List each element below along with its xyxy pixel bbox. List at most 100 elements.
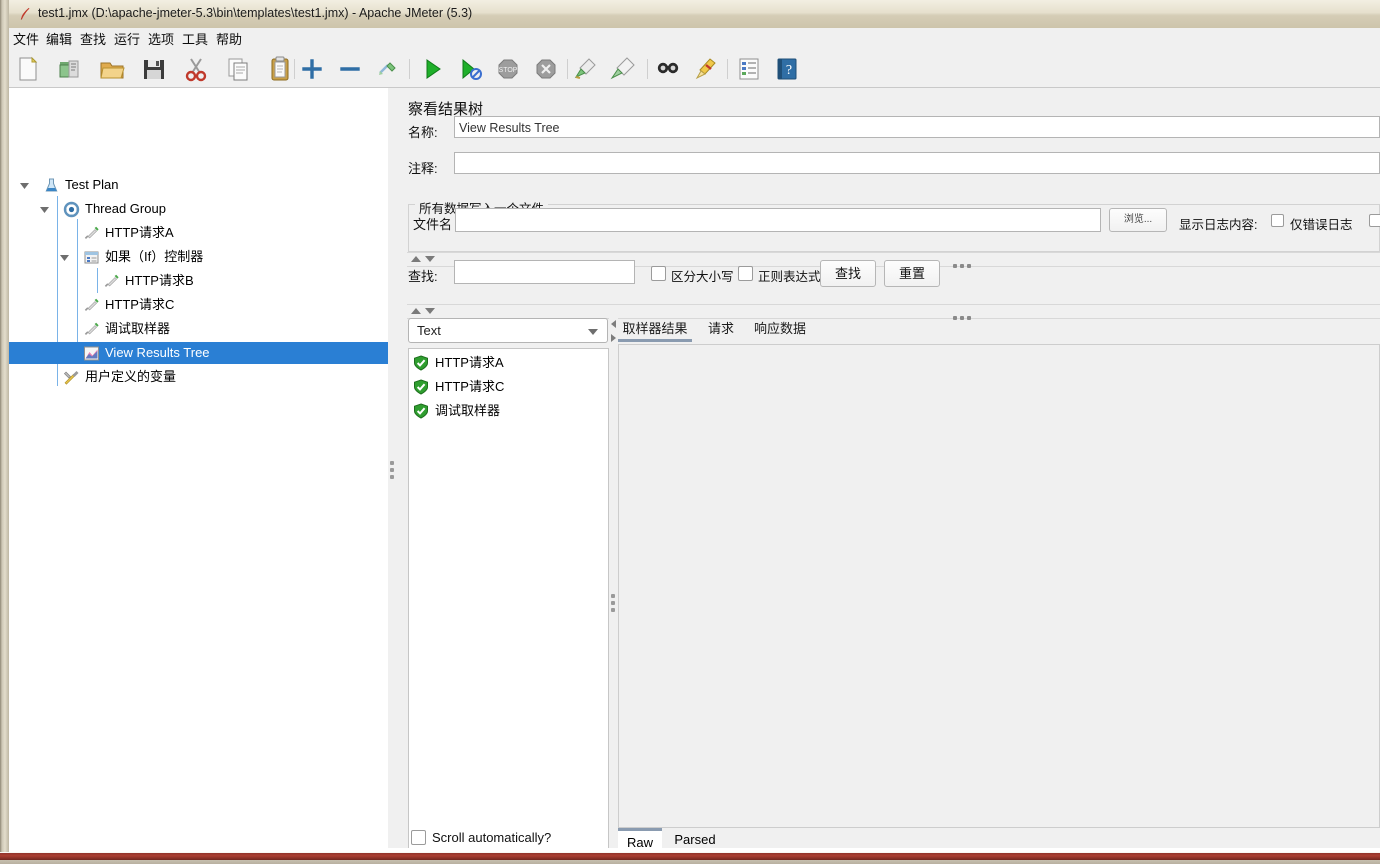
successes-only-checkbox[interactable]	[1369, 214, 1380, 227]
cut-icon[interactable]	[182, 55, 210, 83]
jmeter-window: test1.jmx (D:\apache-jmeter-5.3\bin\temp…	[0, 0, 1380, 864]
expand-all-icon[interactable]	[298, 55, 326, 83]
errors-only-checkbox[interactable]	[1271, 214, 1284, 227]
bar-dots-icon[interactable]	[953, 257, 974, 271]
regex-label: 正则表达式	[758, 270, 821, 284]
view-results-tree-icon	[84, 346, 99, 361]
find-button[interactable]: 查找	[820, 260, 876, 287]
menu-help[interactable]: 帮助	[214, 32, 244, 48]
function-helper-icon[interactable]	[735, 55, 763, 83]
reset-button[interactable]: 重置	[884, 260, 940, 287]
regex-checkbox[interactable]	[738, 266, 753, 281]
http-sampler-icon	[84, 226, 99, 239]
copy-icon[interactable]	[224, 55, 252, 83]
renderer-select[interactable]: Text	[408, 318, 608, 343]
view-results-tree-panel: 察看结果树 名称: View Results Tree 注释: 所有数据写入一个…	[397, 88, 1380, 852]
collapse-down-icon[interactable]	[425, 308, 435, 314]
menu-tools[interactable]: 工具	[180, 32, 210, 48]
case-sensitive-checkbox[interactable]	[651, 266, 666, 281]
success-shield-icon	[414, 403, 428, 419]
toolbar-separator	[647, 59, 648, 79]
comment-label: 注释:	[408, 161, 438, 176]
window-title: test1.jmx (D:\apache-jmeter-5.3\bin\temp…	[38, 6, 473, 20]
menu-edit[interactable]: 编辑	[44, 32, 74, 48]
shutdown-icon[interactable]	[532, 55, 560, 83]
open-icon[interactable]	[98, 55, 126, 83]
toggle-icon[interactable]	[374, 55, 402, 83]
user-variables-icon	[63, 371, 79, 385]
collapse-up-icon[interactable]	[411, 256, 421, 262]
tree-node-label: HTTP请求B	[125, 273, 194, 288]
save-icon[interactable]	[140, 55, 168, 83]
results-splitter[interactable]	[609, 312, 618, 852]
menu-search[interactable]: 查找	[78, 32, 108, 48]
menu-options[interactable]: 选项	[146, 32, 176, 48]
collapse-all-icon[interactable]	[336, 55, 364, 83]
browse-button[interactable]: 浏览...	[1109, 208, 1167, 232]
help-icon[interactable]: ?	[773, 55, 801, 83]
filename-input[interactable]	[455, 208, 1101, 232]
start-icon[interactable]	[418, 55, 446, 83]
log-display-label: 显示日志内容:	[1179, 218, 1258, 232]
clear-all-icon[interactable]	[610, 55, 638, 83]
scroll-automatically-label: Scroll automatically?	[432, 830, 552, 845]
result-item-label: HTTP请求A	[435, 355, 504, 370]
stop-icon[interactable]: STOP	[494, 55, 522, 83]
splitter-left-arrow-icon[interactable]	[611, 320, 616, 328]
search-icon[interactable]	[654, 55, 682, 83]
splitter-right-arrow-icon[interactable]	[611, 334, 616, 342]
tree-node-label: HTTP请求C	[105, 297, 175, 312]
toolbar-separator	[727, 59, 728, 79]
toolbar-separator	[409, 59, 410, 79]
renderer-select-value: Text	[417, 323, 441, 338]
success-shield-icon	[414, 379, 428, 395]
main-splitter[interactable]	[388, 88, 397, 852]
collapse-down-icon[interactable]	[425, 256, 435, 262]
toolbar-separator	[294, 59, 295, 79]
http-sampler-icon	[84, 322, 99, 335]
tree-node-view-results-tree[interactable]: View Results Tree	[9, 342, 388, 364]
test-plan-icon	[45, 178, 58, 192]
search-input[interactable]	[454, 260, 635, 284]
name-input[interactable]: View Results Tree	[454, 116, 1380, 138]
tree-node-label: Thread Group	[85, 201, 166, 216]
svg-text:?: ?	[786, 63, 792, 78]
tree-node-label: View Results Tree	[105, 345, 210, 360]
scroll-automatically-checkbox[interactable]	[411, 830, 426, 845]
if-controller-icon	[84, 251, 99, 264]
result-content-pane[interactable]	[618, 344, 1380, 828]
chevron-down-icon[interactable]	[59, 252, 70, 263]
tree-node-label: 用户定义的变量	[85, 369, 177, 384]
result-tabs[interactable]: 取样器结果 请求 响应数据	[618, 316, 1380, 343]
jmeter-feather-icon	[20, 7, 30, 20]
toolbar: STOP ?	[9, 51, 1380, 88]
test-plan-tree[interactable]: Test Plan Thread Group HTTP请求A 如果（If）控制器…	[9, 88, 389, 852]
filename-label: 文件名	[413, 217, 453, 232]
errors-only-label: 仅错误日志	[1290, 218, 1353, 232]
name-label: 名称:	[408, 125, 438, 140]
thread-group-icon	[63, 201, 80, 218]
chevron-down-icon[interactable]	[588, 329, 598, 335]
menu-file[interactable]: 文件	[11, 32, 41, 48]
paste-icon[interactable]	[266, 55, 294, 83]
collapse-up-icon[interactable]	[411, 308, 421, 314]
tab-sampler-result[interactable]: 取样器结果	[618, 316, 692, 342]
templates-icon[interactable]	[56, 55, 84, 83]
tab-request[interactable]: 请求	[700, 316, 742, 342]
clear-icon[interactable]	[572, 55, 600, 83]
search-label: 查找:	[408, 269, 438, 284]
chevron-down-icon[interactable]	[19, 180, 30, 191]
menu-run[interactable]: 运行	[112, 32, 142, 48]
success-shield-icon	[414, 355, 428, 371]
menu-bar: 文件 编辑 查找 运行 选项 工具 帮助	[9, 28, 1380, 52]
new-icon[interactable]	[14, 55, 42, 83]
http-sampler-icon	[84, 298, 99, 311]
comment-input[interactable]	[454, 152, 1380, 174]
search-reset-icon[interactable]	[692, 55, 720, 83]
splitter-handle[interactable]	[611, 594, 615, 615]
start-no-pause-icon[interactable]	[456, 55, 484, 83]
results-tree-list[interactable]: HTTP请求A HTTP请求C 调试取样器	[408, 348, 609, 852]
splitter-handle[interactable]	[390, 461, 394, 482]
tab-response-data[interactable]: 响应数据	[750, 316, 810, 342]
chevron-down-icon[interactable]	[39, 204, 50, 215]
